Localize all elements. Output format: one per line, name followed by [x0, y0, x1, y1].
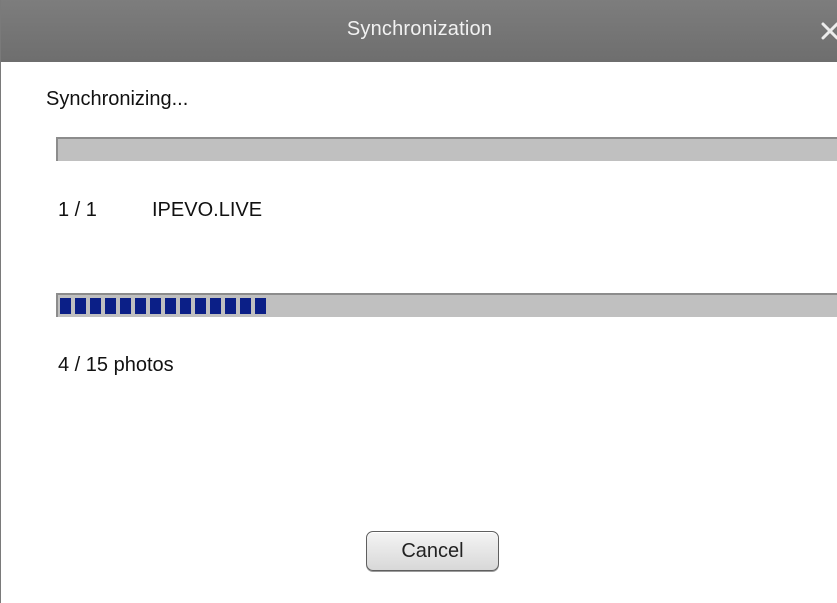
close-button[interactable]	[813, 14, 837, 48]
photo-count: 4 / 15 photos	[58, 354, 174, 376]
status-text: Synchronizing...	[46, 88, 189, 110]
synchronization-dialog: Synchronization Synchronizing... 1 / 1 I…	[0, 0, 837, 603]
photo-progress-bar	[56, 293, 837, 317]
photo-progress-fill	[60, 298, 270, 314]
item-counter: 1 / 1	[58, 199, 97, 221]
cancel-button[interactable]: Cancel	[366, 531, 499, 571]
close-icon	[821, 22, 837, 40]
item-name: IPEVO.LIVE	[152, 199, 263, 221]
title-bar: Synchronization	[1, 0, 837, 62]
window-title: Synchronization	[346, 18, 493, 40]
overall-progress-bar	[56, 137, 837, 161]
